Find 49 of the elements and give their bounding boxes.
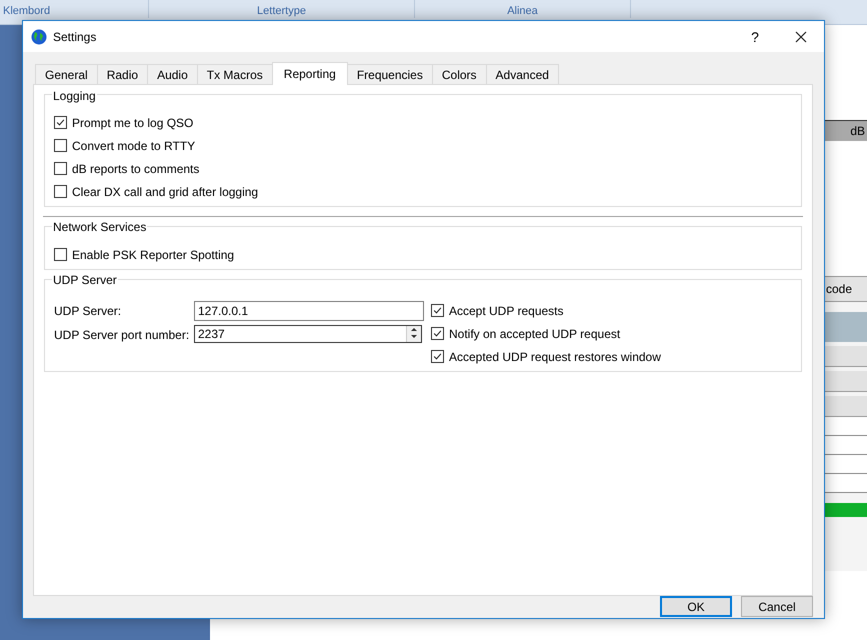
checkbox-label: Convert mode to RTTY bbox=[72, 138, 196, 152]
tab[interactable]: Advanced bbox=[486, 64, 559, 84]
dialog-button[interactable]: OK bbox=[660, 596, 732, 617]
column-header: dB bbox=[850, 124, 865, 138]
spin-up-icon[interactable] bbox=[409, 326, 419, 333]
group-title: UDP Server bbox=[52, 274, 118, 286]
checkbox[interactable] bbox=[54, 116, 67, 129]
field-label: UDP Server: bbox=[54, 304, 122, 318]
checkbox[interactable] bbox=[431, 327, 444, 340]
checkbox-label: Accept UDP requests bbox=[449, 304, 564, 318]
ribbon-group-label: Alinea bbox=[507, 5, 538, 18]
status-strip bbox=[824, 503, 867, 517]
globe-icon bbox=[31, 28, 47, 44]
checkbox-label: Accepted UDP request restores window bbox=[449, 350, 661, 364]
checkbox[interactable] bbox=[431, 350, 444, 363]
checkbox[interactable] bbox=[54, 162, 67, 175]
table-row bbox=[824, 436, 867, 455]
selected-row bbox=[824, 312, 867, 342]
ribbon-group-label: Klembord bbox=[3, 5, 50, 18]
checkbox[interactable] bbox=[431, 304, 444, 317]
checkbox[interactable] bbox=[54, 139, 67, 152]
column-header: code bbox=[826, 282, 852, 296]
table-row bbox=[824, 417, 867, 436]
spin-down-icon[interactable] bbox=[409, 333, 419, 340]
checkbox[interactable] bbox=[54, 248, 67, 261]
help-button[interactable]: ? bbox=[732, 21, 778, 52]
checkbox-label: Prompt me to log QSO bbox=[72, 116, 194, 130]
tab[interactable]: Reporting bbox=[272, 62, 348, 85]
checkbox-label: dB reports to comments bbox=[72, 162, 200, 176]
checkbox-label: Clear DX call and grid after logging bbox=[72, 184, 258, 198]
table-row bbox=[824, 371, 867, 392]
group-title: Network Services bbox=[52, 221, 148, 233]
table-row bbox=[824, 455, 867, 474]
window-title: Settings bbox=[53, 30, 96, 44]
table-row bbox=[824, 396, 867, 417]
port-number-field[interactable]: 2237 bbox=[194, 325, 422, 343]
tab[interactable]: Frequencies bbox=[346, 64, 433, 84]
field-label: UDP Server port number: bbox=[54, 328, 190, 342]
checkbox-label: Enable PSK Reporter Spotting bbox=[72, 248, 234, 262]
dialog-button[interactable]: Cancel bbox=[741, 596, 813, 617]
server-address-field[interactable]: 127.0.0.1 bbox=[194, 301, 424, 321]
group-title: Logging bbox=[52, 90, 97, 102]
table-row bbox=[824, 346, 867, 367]
close-icon bbox=[795, 30, 807, 42]
tab[interactable]: General bbox=[35, 64, 98, 84]
ribbon-group-label: Lettertype bbox=[257, 5, 306, 18]
checkbox[interactable] bbox=[54, 185, 67, 198]
spin-buttons[interactable] bbox=[406, 326, 421, 342]
checkbox-label: Notify on accepted UDP request bbox=[449, 326, 620, 340]
